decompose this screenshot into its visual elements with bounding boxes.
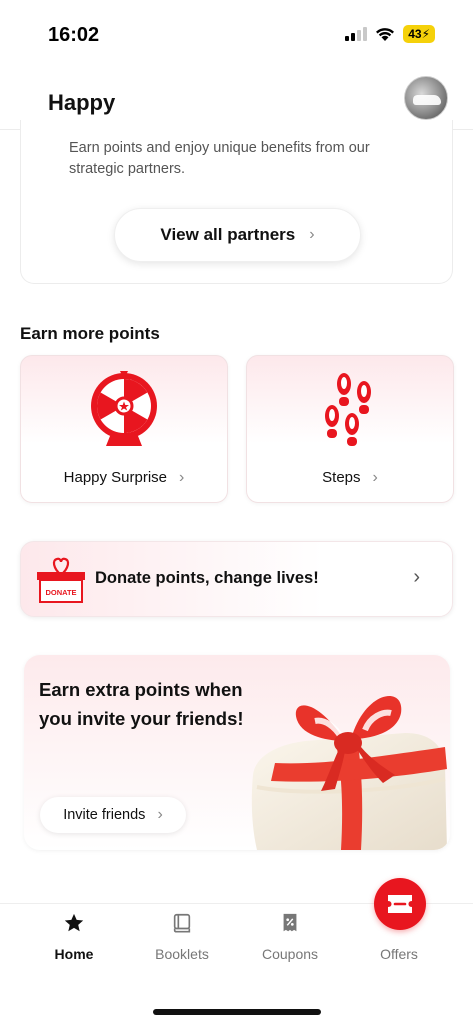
chevron-right-icon: › bbox=[372, 469, 378, 486]
partners-card: Earn points and enjoy unique benefits fr… bbox=[20, 120, 453, 284]
chevron-right-icon: › bbox=[179, 469, 185, 486]
page-title: Happy bbox=[48, 90, 116, 115]
tab-offers-label: Offers bbox=[380, 946, 418, 962]
view-all-partners-button[interactable]: View all partners › bbox=[114, 208, 361, 262]
tab-home[interactable]: Home bbox=[24, 904, 124, 984]
happy-surprise-label-row: Happy Surprise › bbox=[21, 469, 227, 487]
donate-box-text: DONATE bbox=[45, 588, 76, 597]
tab-coupons-label: Coupons bbox=[261, 946, 319, 962]
chevron-right-icon: › bbox=[309, 226, 315, 243]
donate-box-icon: DONATE bbox=[37, 557, 85, 603]
tab-booklets[interactable]: Booklets bbox=[132, 904, 232, 984]
battery-level: 43 bbox=[408, 27, 422, 41]
coupon-icon bbox=[277, 910, 303, 936]
prize-wheel-icon bbox=[91, 371, 157, 446]
donate-label: Donate points, change lives! bbox=[95, 569, 319, 587]
view-all-partners-label: View all partners bbox=[160, 225, 296, 244]
booklet-icon bbox=[169, 910, 195, 936]
happy-surprise-label: Happy Surprise bbox=[63, 469, 168, 486]
tab-coupons[interactable]: Coupons bbox=[240, 904, 340, 984]
avatar[interactable] bbox=[404, 76, 448, 120]
invite-friends-button[interactable]: Invite friends › bbox=[40, 797, 186, 833]
steps-label-row: Steps › bbox=[247, 469, 453, 487]
status-bar: 16:02 43 ⚡ bbox=[0, 0, 473, 70]
invite-friends-card: Earn extra points when you invite your f… bbox=[24, 655, 450, 850]
invite-friends-label: Invite friends bbox=[63, 807, 146, 823]
wifi-icon bbox=[376, 27, 395, 41]
status-time: 16:02 bbox=[48, 24, 100, 46]
footsteps-icon bbox=[325, 373, 371, 446]
chevron-right-icon: › bbox=[157, 806, 163, 823]
tab-booklets-label: Booklets bbox=[155, 946, 209, 962]
home-indicator bbox=[153, 1009, 321, 1015]
chevron-right-icon: › bbox=[413, 566, 420, 588]
earn-more-title: Earn more points bbox=[20, 324, 160, 343]
happy-surprise-card[interactable]: Happy Surprise › bbox=[20, 355, 228, 503]
steps-card[interactable]: Steps › bbox=[246, 355, 454, 503]
battery-icon: 43 ⚡ bbox=[403, 25, 435, 43]
star-icon bbox=[61, 910, 87, 936]
ticket-icon bbox=[388, 895, 412, 913]
cellular-signal-icon bbox=[345, 27, 368, 41]
status-indicators: 43 ⚡ bbox=[345, 25, 435, 43]
steps-label: Steps bbox=[322, 469, 361, 486]
gift-box-icon bbox=[251, 695, 447, 850]
offers-fab-button[interactable] bbox=[374, 878, 426, 930]
partners-description: Earn points and enjoy unique benefits fr… bbox=[69, 140, 370, 177]
tab-home-label: Home bbox=[54, 946, 94, 962]
donate-points-card[interactable]: DONATE Donate points, change lives! › bbox=[20, 541, 453, 617]
